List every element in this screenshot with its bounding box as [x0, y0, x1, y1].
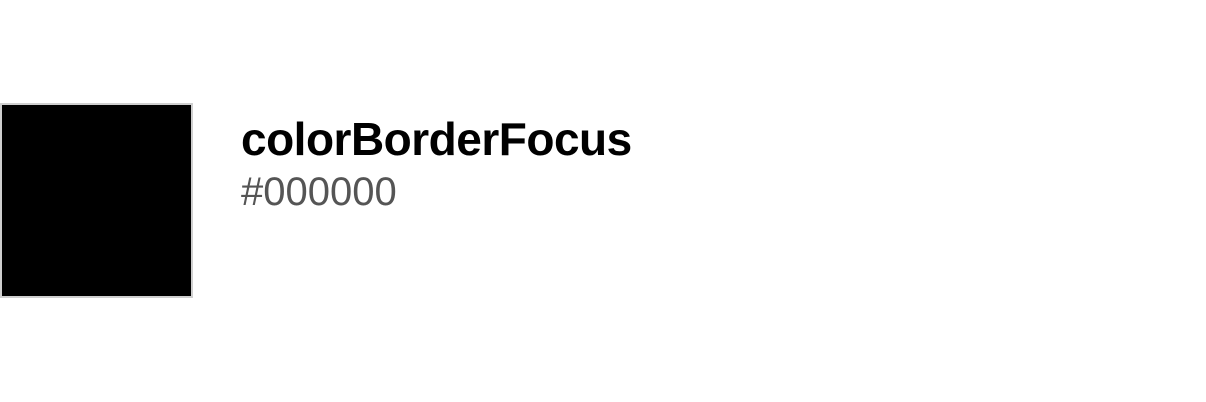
token-name: colorBorderFocus: [241, 113, 632, 165]
color-token-card: colorBorderFocus #000000: [0, 103, 632, 298]
token-info: colorBorderFocus #000000: [241, 103, 632, 217]
color-swatch: [0, 103, 193, 298]
token-hex-value: #000000: [241, 170, 397, 214]
